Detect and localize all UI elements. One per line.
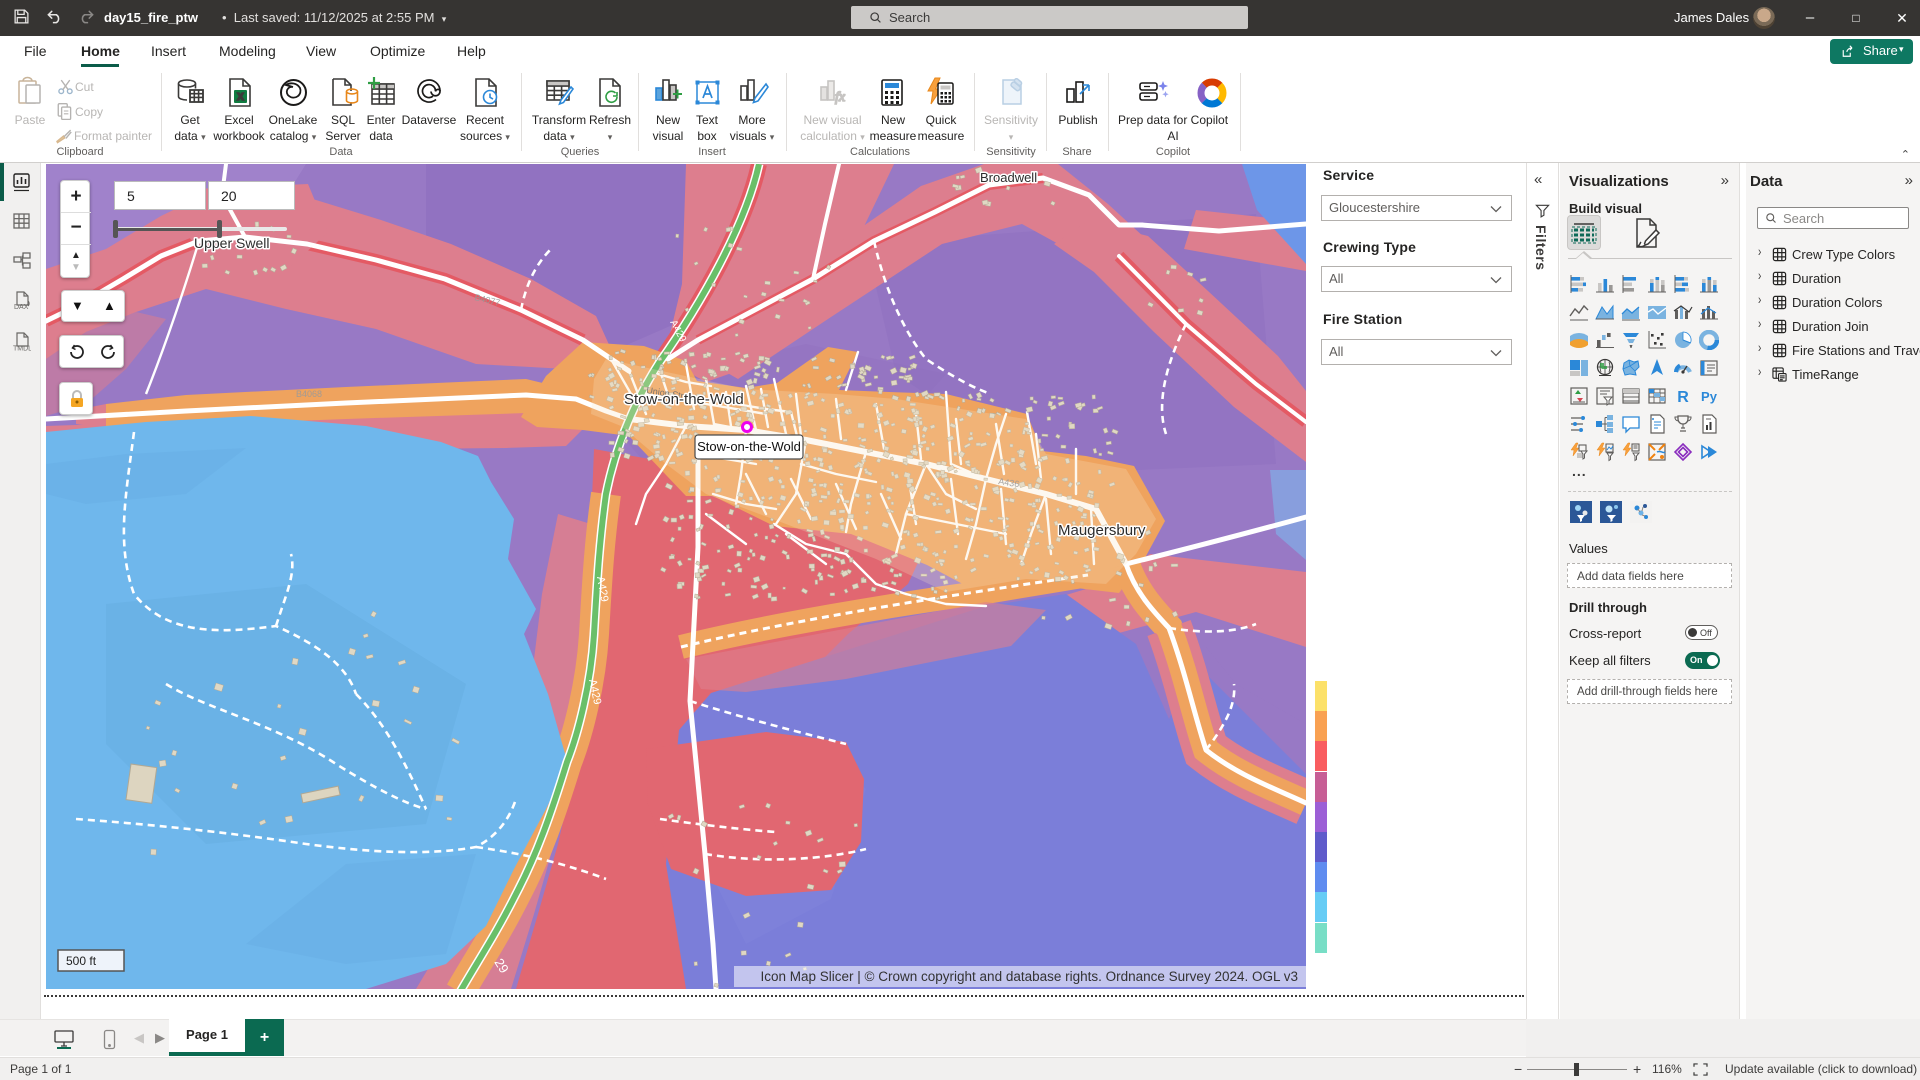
svg-text:Icon Map Slicer | © Crown copy: Icon Map Slicer | © Crown copyright and … bbox=[761, 969, 1298, 984]
svg-text:Py: Py bbox=[1701, 389, 1718, 404]
svg-text:fx: fx bbox=[835, 90, 846, 105]
svg-text:R: R bbox=[1677, 389, 1689, 406]
svg-text:X: X bbox=[237, 92, 244, 103]
svg-text:Maugersbury: Maugersbury bbox=[1058, 522, 1146, 539]
svg-text:Broadwell: Broadwell bbox=[980, 170, 1037, 185]
svg-text:TMDL: TMDL bbox=[13, 346, 31, 353]
svg-text:500 ft: 500 ft bbox=[66, 954, 97, 968]
svg-text:Upper Swell: Upper Swell bbox=[194, 235, 269, 251]
svg-text:Stow-on-the-Wold: Stow-on-the-Wold bbox=[697, 439, 801, 454]
svg-text:DAX: DAX bbox=[14, 304, 29, 311]
svg-text:Stow-on-the-Wold: Stow-on-the-Wold bbox=[624, 391, 744, 408]
svg-text:B4068: B4068 bbox=[296, 389, 322, 399]
